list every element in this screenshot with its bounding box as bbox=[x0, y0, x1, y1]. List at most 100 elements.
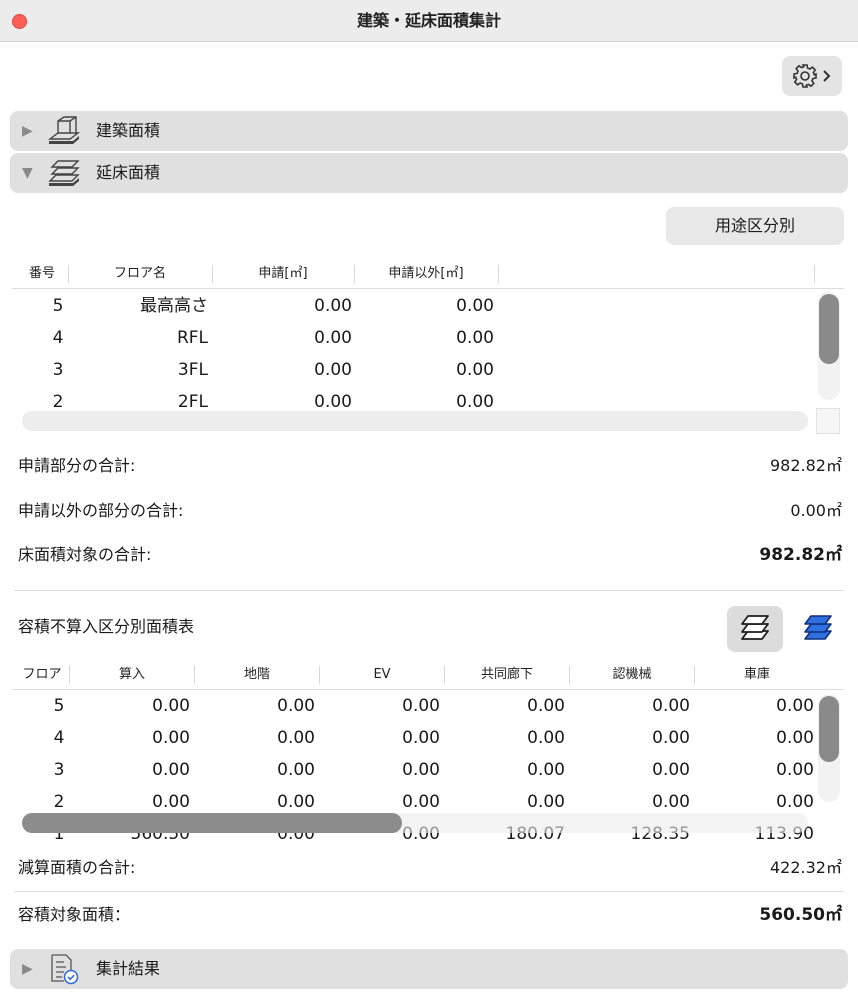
column-header[interactable]: 申請以外[㎡] bbox=[356, 260, 496, 288]
column-separator[interactable] bbox=[569, 666, 570, 684]
header-divider bbox=[12, 288, 844, 289]
summary-total-value: 982.82㎡ bbox=[759, 545, 842, 565]
title-bar: 建築・延床面積集計 bbox=[0, 0, 858, 42]
column-separator[interactable] bbox=[69, 666, 70, 684]
cell-other: 0.00 bbox=[456, 328, 494, 348]
scrollbar-thumb[interactable] bbox=[22, 813, 402, 833]
column-separator[interactable] bbox=[354, 265, 355, 283]
cell-number: 3 bbox=[52, 360, 64, 380]
cell-floor-name: 3FL bbox=[177, 360, 208, 380]
use-category-button[interactable]: 用途区分別 bbox=[666, 207, 844, 245]
cell-value: 0.00 bbox=[776, 728, 814, 748]
summary-label: 申請以外の部分の合計: bbox=[18, 501, 184, 520]
scrollbar-thumb[interactable] bbox=[819, 294, 839, 364]
vertical-scrollbar[interactable] bbox=[818, 694, 840, 802]
cell-value: 0.00 bbox=[277, 760, 315, 780]
column-header[interactable]: 車庫 bbox=[696, 661, 818, 689]
report-check-icon bbox=[46, 953, 82, 985]
floor-area-table[interactable]: 5 最高高さ 0.00 0.00 4 RFL 0.00 0.00 3 3FL 0… bbox=[12, 290, 846, 410]
summary-value: 422.32㎡ bbox=[770, 858, 842, 877]
cell-floor: 5 bbox=[53, 696, 65, 716]
horizontal-scrollbar[interactable] bbox=[22, 813, 808, 833]
cell-value: 0.00 bbox=[776, 760, 814, 780]
cell-value: 0.00 bbox=[527, 760, 565, 780]
column-header[interactable]: EV bbox=[321, 661, 443, 689]
column-separator[interactable] bbox=[319, 666, 320, 684]
cell-value: 0.00 bbox=[776, 696, 814, 716]
floor-stack-icon bbox=[46, 157, 82, 189]
cell-apply: 0.00 bbox=[314, 392, 352, 410]
cell-apply: 0.00 bbox=[314, 328, 352, 348]
gear-icon bbox=[792, 63, 818, 89]
column-separator[interactable] bbox=[498, 265, 499, 283]
cell-value: 0.00 bbox=[277, 728, 315, 748]
cell-value: 0.00 bbox=[527, 696, 565, 716]
column-header[interactable]: 認機械 bbox=[571, 661, 693, 689]
cell-value: 0.00 bbox=[152, 696, 190, 716]
cell-apply: 0.00 bbox=[314, 296, 352, 316]
scrollbar-thumb[interactable] bbox=[819, 696, 839, 762]
layers-filled-icon bbox=[801, 611, 835, 647]
column-separator[interactable] bbox=[444, 666, 445, 684]
cell-value: 0.00 bbox=[402, 696, 440, 716]
column-separator[interactable] bbox=[68, 265, 69, 283]
settings-button[interactable] bbox=[782, 56, 842, 96]
disclosure-right-icon: ▶ bbox=[22, 961, 33, 977]
section-label: 延床面積 bbox=[96, 163, 161, 182]
layers-outline-button[interactable] bbox=[727, 606, 783, 652]
column-separator[interactable] bbox=[194, 666, 195, 684]
summary-value: 982.82㎡ bbox=[770, 456, 842, 475]
summary-label: 床面積対象の合計: bbox=[18, 545, 152, 564]
section-floor-area[interactable]: ▼ 延床面積 bbox=[10, 153, 848, 193]
column-header[interactable]: 算入 bbox=[71, 661, 193, 689]
vertical-scrollbar[interactable] bbox=[818, 292, 840, 400]
column-header[interactable]: 申請[㎡] bbox=[214, 260, 352, 288]
summary-label: 申請部分の合計: bbox=[18, 456, 136, 475]
column-header[interactable]: 共同廊下 bbox=[446, 661, 568, 689]
cell-floor-name: RFL bbox=[176, 328, 208, 348]
summary-label: 減算面積の合計: bbox=[18, 858, 136, 877]
cell-value: 0.00 bbox=[652, 760, 690, 780]
cell-number: 4 bbox=[52, 328, 64, 348]
column-header[interactable]: 地階 bbox=[196, 661, 318, 689]
column-header[interactable]: フロア名 bbox=[70, 260, 210, 288]
building-area-icon bbox=[46, 115, 82, 147]
cell-other: 0.00 bbox=[456, 360, 494, 380]
cell-value: 0.00 bbox=[652, 696, 690, 716]
column-header[interactable]: 番号 bbox=[18, 260, 66, 288]
chevron-right-icon bbox=[822, 69, 832, 83]
cell-value: 0.00 bbox=[527, 728, 565, 748]
divider bbox=[14, 590, 844, 591]
section-label: 建築面積 bbox=[96, 121, 161, 140]
cell-floor-name: 最高高さ bbox=[140, 296, 208, 316]
cell-number: 2 bbox=[52, 392, 64, 410]
cell-floor-name: 2FL bbox=[177, 392, 208, 410]
cell-value: 0.00 bbox=[152, 728, 190, 748]
column-separator[interactable] bbox=[814, 265, 815, 283]
cell-number: 5 bbox=[52, 296, 64, 316]
far-table-title: 容積不算入区分別面積表 bbox=[18, 617, 195, 636]
cell-apply: 0.00 bbox=[314, 360, 352, 380]
cell-floor: 3 bbox=[53, 760, 65, 780]
window-title: 建築・延床面積集計 bbox=[356, 11, 501, 30]
cell-value: 0.00 bbox=[402, 760, 440, 780]
section-results[interactable]: ▶ 集計結果 bbox=[10, 949, 848, 989]
cell-value: 0.00 bbox=[402, 728, 440, 748]
cell-other: 0.00 bbox=[456, 296, 494, 316]
column-header[interactable]: フロア bbox=[16, 661, 68, 689]
layers-filled-button[interactable] bbox=[790, 606, 846, 652]
layers-outline-icon bbox=[738, 611, 772, 647]
section-label: 集計結果 bbox=[96, 959, 161, 978]
cell-value: 0.00 bbox=[152, 760, 190, 780]
divider bbox=[14, 891, 844, 892]
disclosure-down-icon: ▼ bbox=[22, 165, 33, 181]
cell-value: 0.00 bbox=[277, 696, 315, 716]
horizontal-scrollbar[interactable] bbox=[22, 411, 808, 431]
summary-label: 容積対象面積： bbox=[18, 905, 131, 924]
cell-floor: 4 bbox=[53, 728, 65, 748]
column-separator[interactable] bbox=[212, 265, 213, 283]
cell-other: 0.00 bbox=[456, 392, 494, 410]
column-separator[interactable] bbox=[694, 666, 695, 684]
summary-value: 0.00㎡ bbox=[790, 501, 842, 520]
section-building-area[interactable]: ▶ 建築面積 bbox=[10, 111, 848, 151]
